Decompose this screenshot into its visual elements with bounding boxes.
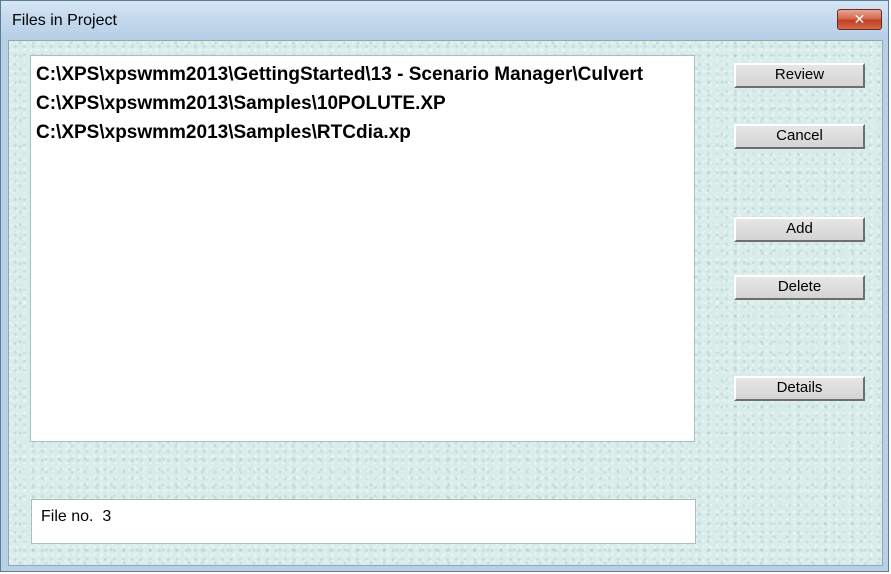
details-button[interactable]: Details <box>734 376 865 401</box>
review-button[interactable]: Review <box>734 63 865 88</box>
title-bar[interactable]: Files in Project ✕ <box>1 1 888 40</box>
list-item[interactable]: C:\XPS\xpswmm2013\Samples\10POLUTE.XP <box>31 89 694 118</box>
list-item[interactable]: C:\XPS\xpswmm2013\GettingStarted\13 - Sc… <box>31 60 694 89</box>
files-in-project-dialog: Files in Project ✕ C:\XPS\xpswmm2013\Get… <box>0 0 889 572</box>
cancel-button[interactable]: Cancel <box>734 124 865 149</box>
window-title: Files in Project <box>12 12 117 29</box>
dialog-body: C:\XPS\xpswmm2013\GettingStarted\13 - Sc… <box>8 40 883 566</box>
delete-button[interactable]: Delete <box>734 275 865 300</box>
list-item[interactable]: C:\XPS\xpswmm2013\Samples\RTCdia.xp <box>31 118 694 147</box>
add-button[interactable]: Add <box>734 217 865 242</box>
close-button[interactable]: ✕ <box>837 9 882 30</box>
close-icon: ✕ <box>853 11 866 28</box>
file-list[interactable]: C:\XPS\xpswmm2013\GettingStarted\13 - Sc… <box>30 55 695 442</box>
file-count-status: File no. 3 <box>31 499 696 544</box>
